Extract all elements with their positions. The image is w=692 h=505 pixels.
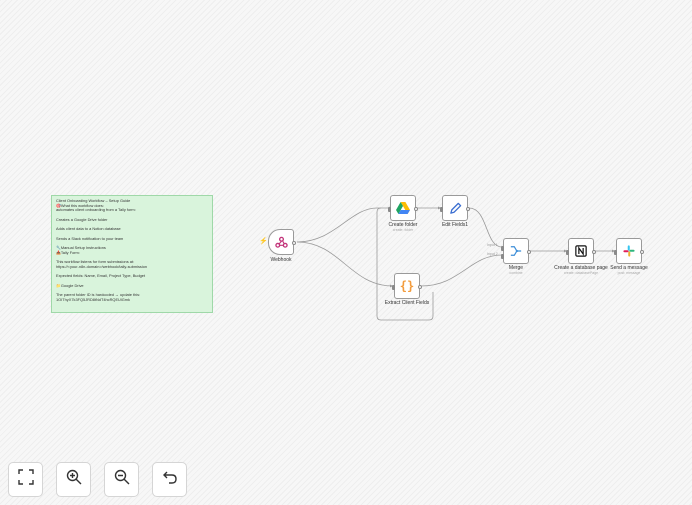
merge-input2-handle[interactable] <box>501 254 504 259</box>
undo-icon <box>162 469 178 490</box>
fit-view-icon <box>17 469 34 490</box>
node-subtitle-create-folder: create: folder <box>392 228 414 232</box>
trigger-bolt-icon: ⚡ <box>259 238 268 245</box>
node-label-webhook: Webhook <box>270 257 292 263</box>
zoom-in-icon <box>66 469 82 490</box>
create-folder-output-handle[interactable] <box>414 207 418 211</box>
node-subtitle-send-message: post: message <box>617 271 641 275</box>
node-webhook[interactable] <box>268 229 296 255</box>
undo-button[interactable] <box>152 462 187 497</box>
node-extract-client-fields[interactable]: {} <box>392 273 422 299</box>
slack-input-handle[interactable] <box>614 250 617 255</box>
extract-input-handle[interactable] <box>392 285 395 290</box>
slack-icon <box>622 244 637 259</box>
zoom-out-button[interactable] <box>104 462 139 497</box>
extract-output-handle[interactable] <box>418 285 422 289</box>
node-label-edit-fields: Edit Fields1 <box>441 222 469 228</box>
notion-icon <box>574 244 589 259</box>
google-drive-icon <box>396 201 411 216</box>
edit-fields-output-handle[interactable] <box>466 207 470 211</box>
merge-input1-handle[interactable] <box>501 246 504 251</box>
node-edit-fields[interactable] <box>440 195 470 221</box>
edge-label-input1: Input 1 <box>487 243 498 247</box>
notion-output-handle[interactable] <box>592 250 596 254</box>
sticky-note[interactable]: Client Onboarding Workflow – Setup Guide… <box>51 195 213 313</box>
sticky-note-line: 1OIThyX7k3FQ5JRD8tNdT4hcRQEUlGmk <box>56 296 130 302</box>
node-subtitle-merge: combine <box>509 271 523 275</box>
workflow-canvas[interactable]: Client Onboarding Workflow – Setup Guide… <box>0 0 692 505</box>
merge-icon <box>509 244 524 259</box>
merge-output-handle[interactable] <box>527 250 531 254</box>
notion-input-handle[interactable] <box>566 250 569 255</box>
node-create-folder[interactable] <box>388 195 418 221</box>
node-send-message[interactable] <box>614 238 644 264</box>
fit-view-button[interactable] <box>8 462 43 497</box>
slack-output-handle[interactable] <box>640 250 644 254</box>
create-folder-input-handle[interactable] <box>388 207 391 212</box>
zoom-in-button[interactable] <box>56 462 91 497</box>
webhook-output-handle[interactable] <box>292 241 296 245</box>
node-merge[interactable] <box>501 238 531 264</box>
webhook-icon <box>274 235 289 250</box>
edge-label-input2: Input 2 <box>487 252 498 256</box>
node-create-database-page[interactable] <box>566 238 596 264</box>
zoom-out-icon <box>114 469 130 490</box>
edge-webhook-extract <box>296 241 394 287</box>
code-braces-icon: {} <box>399 279 415 293</box>
pen-icon <box>448 201 463 216</box>
node-label-extract: Extract Client Fields <box>384 300 430 306</box>
edit-fields-input-handle[interactable] <box>440 207 443 212</box>
